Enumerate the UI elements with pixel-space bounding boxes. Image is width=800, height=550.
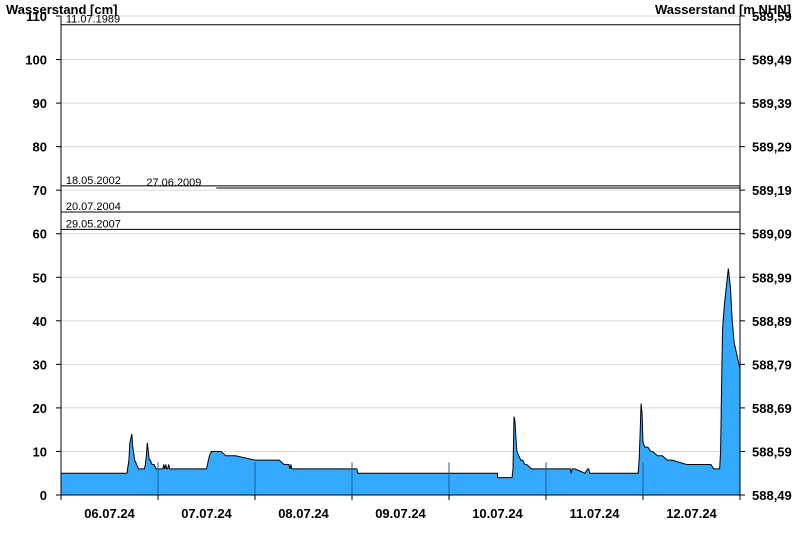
left-tick-label: 30 bbox=[33, 357, 47, 372]
right-tick-label: 589,29 bbox=[752, 140, 792, 155]
left-tick-label: 100 bbox=[25, 53, 47, 68]
series-line bbox=[61, 268, 741, 479]
right-tick-label: 588,49 bbox=[752, 488, 792, 503]
right-tick-label: 589,09 bbox=[752, 227, 792, 242]
series-area bbox=[61, 268, 740, 495]
right-tick-label: 589,59 bbox=[752, 9, 792, 24]
tick-labels: 0 588,49 10 588,59 20 588,69 30 588,79 40 588,89 5… bbox=[25, 9, 791, 521]
right-tick-label: 589,49 bbox=[752, 53, 792, 68]
water-level-series bbox=[61, 268, 741, 495]
right-tick-label: 588,99 bbox=[752, 270, 792, 285]
right-tick-label: 589,39 bbox=[752, 96, 792, 111]
reference-lines: 11.07.1989 18.05.2002 27.06.2009 20.07.2004… bbox=[61, 14, 740, 230]
x-tick-label: 08.07.24 bbox=[278, 506, 329, 521]
left-tick-label: 0 bbox=[40, 488, 47, 503]
reference-line-label: 20.07.2004 bbox=[66, 201, 121, 213]
water-level-chart: Wasserstand [cm] Wasserstand [m NHN] 11.… bbox=[6, 2, 792, 521]
right-tick-label: 588,79 bbox=[752, 357, 792, 372]
left-tick-label: 110 bbox=[26, 9, 47, 24]
right-tick-label: 588,59 bbox=[752, 444, 792, 459]
left-tick-label: 60 bbox=[33, 227, 47, 242]
x-tick-label: 06.07.24 bbox=[84, 506, 135, 521]
left-tick-label: 80 bbox=[33, 140, 47, 155]
left-tick-label: 10 bbox=[33, 444, 47, 459]
x-tick-label: 12.07.24 bbox=[666, 506, 717, 521]
x-tick-label: 10.07.24 bbox=[472, 506, 523, 521]
reference-line-label: 11.07.1989 bbox=[66, 14, 120, 26]
left-tick-label: 40 bbox=[33, 314, 47, 329]
reference-line-label: 29.05.2007 bbox=[66, 218, 121, 230]
left-tick-label: 90 bbox=[33, 96, 47, 111]
reference-line-label: 18.05.2002 bbox=[66, 175, 121, 187]
right-tick-label: 588,89 bbox=[752, 314, 792, 329]
right-tick-label: 588,69 bbox=[752, 401, 792, 416]
x-tick-label: 07.07.24 bbox=[181, 506, 232, 521]
x-tick-label: 11.07.24 bbox=[570, 506, 621, 521]
right-tick-label: 589,19 bbox=[752, 183, 792, 198]
left-tick-label: 20 bbox=[33, 401, 47, 416]
grid-layer bbox=[61, 15, 740, 452]
left-tick-label: 70 bbox=[33, 183, 47, 198]
left-tick-label: 50 bbox=[33, 270, 47, 285]
x-tick-label: 09.07.24 bbox=[375, 506, 426, 521]
reference-line-label: 27.06.2009 bbox=[146, 177, 201, 189]
